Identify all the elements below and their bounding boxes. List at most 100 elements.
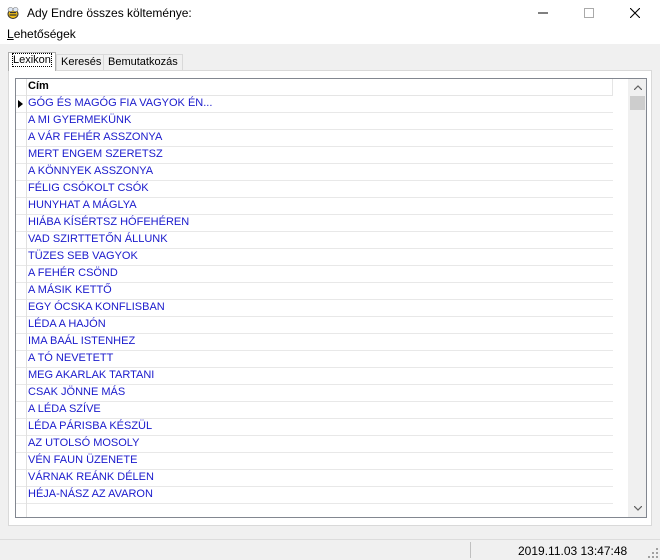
tab-label: Bemutatkozás: [108, 56, 178, 68]
title-cell[interactable]: CSAK JÖNNE MÁS: [28, 386, 125, 398]
title-cell[interactable]: MERT ENGEM SZERETSZ: [28, 148, 163, 160]
table-row[interactable]: HÉJA-NÁSZ AZ AVARON: [16, 487, 613, 504]
title-cell[interactable]: MEG AKARLAK TARTANI: [28, 369, 154, 381]
title-cell[interactable]: VÁRNAK REÁNK DÉLEN: [28, 471, 154, 483]
title-cell[interactable]: A LÉDA SZÍVE: [28, 403, 101, 415]
table-row[interactable]: HUNYHAT A MÁGLYA: [16, 198, 613, 215]
scroll-down-button[interactable]: [629, 500, 646, 517]
chevron-down-icon: [633, 506, 642, 511]
scroll-thumb[interactable]: [630, 96, 645, 110]
tab-lexikon[interactable]: Lexikon: [8, 52, 56, 71]
title-cell[interactable]: A VÁR FEHÉR ASSZONYA: [28, 131, 162, 143]
title-cell[interactable]: LÉDA PÁRISBA KÉSZÜL: [28, 420, 152, 432]
bee-icon: [7, 7, 19, 19]
table-row[interactable]: A VÁR FEHÉR ASSZONYA: [16, 130, 613, 147]
scroll-up-button[interactable]: [629, 79, 646, 96]
table-row[interactable]: VAD SZIRTTETŐN ÁLLUNK: [16, 232, 613, 249]
table-row[interactable]: A KÖNNYEK ASSZONYA: [16, 164, 613, 181]
row-selector[interactable]: [16, 232, 26, 248]
row-selector[interactable]: [16, 300, 26, 316]
row-selector[interactable]: [16, 181, 26, 197]
close-button[interactable]: [612, 0, 658, 26]
table-row[interactable]: IMA BAÁL ISTENHEZ: [16, 334, 613, 351]
tab-label: Keresés: [61, 56, 102, 68]
row-selector[interactable]: [16, 113, 26, 129]
title-cell[interactable]: A KÖNNYEK ASSZONYA: [28, 165, 153, 177]
minimize-button[interactable]: [520, 0, 566, 26]
title-cell[interactable]: FÉLIG CSÓKOLT CSÓK: [28, 182, 149, 194]
title-cell[interactable]: HIÁBA KÍSÉRTSZ HÓFEHÉREN: [28, 216, 189, 228]
table-row[interactable]: MEG AKARLAK TARTANI: [16, 368, 613, 385]
table-row[interactable]: FÉLIG CSÓKOLT CSÓK: [16, 181, 613, 198]
title-cell[interactable]: HÉJA-NÁSZ AZ AVARON: [28, 488, 153, 500]
table-row[interactable]: CSAK JÖNNE MÁS: [16, 385, 613, 402]
vertical-scrollbar[interactable]: [628, 79, 646, 517]
row-selector[interactable]: [16, 198, 26, 214]
title-cell[interactable]: IMA BAÁL ISTENHEZ: [28, 335, 135, 347]
row-selector[interactable]: [16, 147, 26, 163]
title-cell[interactable]: AZ UTOLSÓ MOSOLY: [28, 437, 139, 449]
title-cell[interactable]: VAD SZIRTTETŐN ÁLLUNK: [28, 233, 168, 245]
tab-kereses[interactable]: Keresés: [56, 54, 107, 71]
status-divider: [470, 542, 471, 558]
table-row[interactable]: EGY ÓCSKA KONFLISBAN: [16, 300, 613, 317]
row-selector[interactable]: [16, 487, 26, 503]
table-row[interactable]: A LÉDA SZÍVE: [16, 402, 613, 419]
window-title: Ady Endre összes költeménye:: [27, 6, 192, 20]
row-selector[interactable]: [16, 351, 26, 367]
table-row[interactable]: A TÓ NEVETETT: [16, 351, 613, 368]
row-selector[interactable]: [16, 419, 26, 435]
maximize-icon: [584, 8, 594, 18]
table-row[interactable]: GÓG ÉS MAGÓG FIA VAGYOK ÉN...: [16, 96, 613, 113]
menu-accelerator: L: [7, 27, 14, 41]
row-selector-arrow-icon: [18, 100, 23, 108]
status-bar: 2019.11.03 13:47:48: [0, 539, 660, 560]
row-selector[interactable]: [16, 470, 26, 486]
row-selector[interactable]: [16, 317, 26, 333]
tab-bemutatkozas[interactable]: Bemutatkozás: [103, 54, 183, 71]
title-cell[interactable]: A MI GYERMEKÜNK: [28, 114, 131, 126]
title-cell[interactable]: EGY ÓCSKA KONFLISBAN: [28, 301, 165, 313]
row-selector[interactable]: [16, 266, 26, 282]
grid-header: Cím: [16, 79, 613, 96]
row-selector[interactable]: [16, 96, 26, 112]
row-selector[interactable]: [16, 283, 26, 299]
table-row[interactable]: A FEHÉR CSÖND: [16, 266, 613, 283]
row-selector[interactable]: [16, 368, 26, 384]
title-grid[interactable]: Cím GÓG ÉS MAGÓG FIA VAGYOK ÉN... A MI GY…: [15, 78, 647, 518]
title-cell[interactable]: GÓG ÉS MAGÓG FIA VAGYOK ÉN...: [28, 97, 212, 109]
maximize-button[interactable]: [566, 0, 612, 26]
table-row[interactable]: LÉDA A HAJÓN: [16, 317, 613, 334]
table-row[interactable]: HIÁBA KÍSÉRTSZ HÓFEHÉREN: [16, 215, 613, 232]
table-row[interactable]: VÁRNAK REÁNK DÉLEN: [16, 470, 613, 487]
row-selector[interactable]: [16, 385, 26, 401]
title-cell[interactable]: LÉDA A HAJÓN: [28, 318, 106, 330]
row-selector[interactable]: [16, 130, 26, 146]
table-row[interactable]: A MÁSIK KETTŐ: [16, 283, 613, 300]
title-cell[interactable]: A FEHÉR CSÖND: [28, 267, 118, 279]
table-row[interactable]: AZ UTOLSÓ MOSOLY: [16, 436, 613, 453]
title-cell[interactable]: A MÁSIK KETTŐ: [28, 284, 112, 296]
title-cell[interactable]: A TÓ NEVETETT: [28, 352, 113, 364]
row-selector[interactable]: [16, 334, 26, 350]
title-bar[interactable]: Ady Endre összes költeménye:: [0, 0, 660, 26]
table-row[interactable]: LÉDA PÁRISBA KÉSZÜL: [16, 419, 613, 436]
table-row[interactable]: MERT ENGEM SZERETSZ: [16, 147, 613, 164]
table-row[interactable]: VÉN FAUN ÜZENETE: [16, 453, 613, 470]
title-cell[interactable]: TÜZES SEB VAGYOK: [28, 250, 138, 262]
row-selector[interactable]: [16, 164, 26, 180]
row-selector[interactable]: [16, 215, 26, 231]
table-row[interactable]: A MI GYERMEKÜNK: [16, 113, 613, 130]
title-cell[interactable]: HUNYHAT A MÁGLYA: [28, 199, 137, 211]
tab-panel: Cím GÓG ÉS MAGÓG FIA VAGYOK ÉN... A MI GY…: [8, 70, 652, 526]
row-selector[interactable]: [16, 453, 26, 469]
column-header-cim[interactable]: Cím: [28, 80, 49, 92]
table-row[interactable]: TÜZES SEB VAGYOK: [16, 249, 613, 266]
row-selector[interactable]: [16, 436, 26, 452]
menu-lehetosegek[interactable]: Lehetőségek: [7, 27, 76, 41]
row-selector[interactable]: [16, 249, 26, 265]
row-selector[interactable]: [16, 402, 26, 418]
tab-label: Lexikon: [12, 53, 52, 67]
title-cell[interactable]: VÉN FAUN ÜZENETE: [28, 454, 137, 466]
resize-grip-icon[interactable]: [648, 548, 658, 558]
